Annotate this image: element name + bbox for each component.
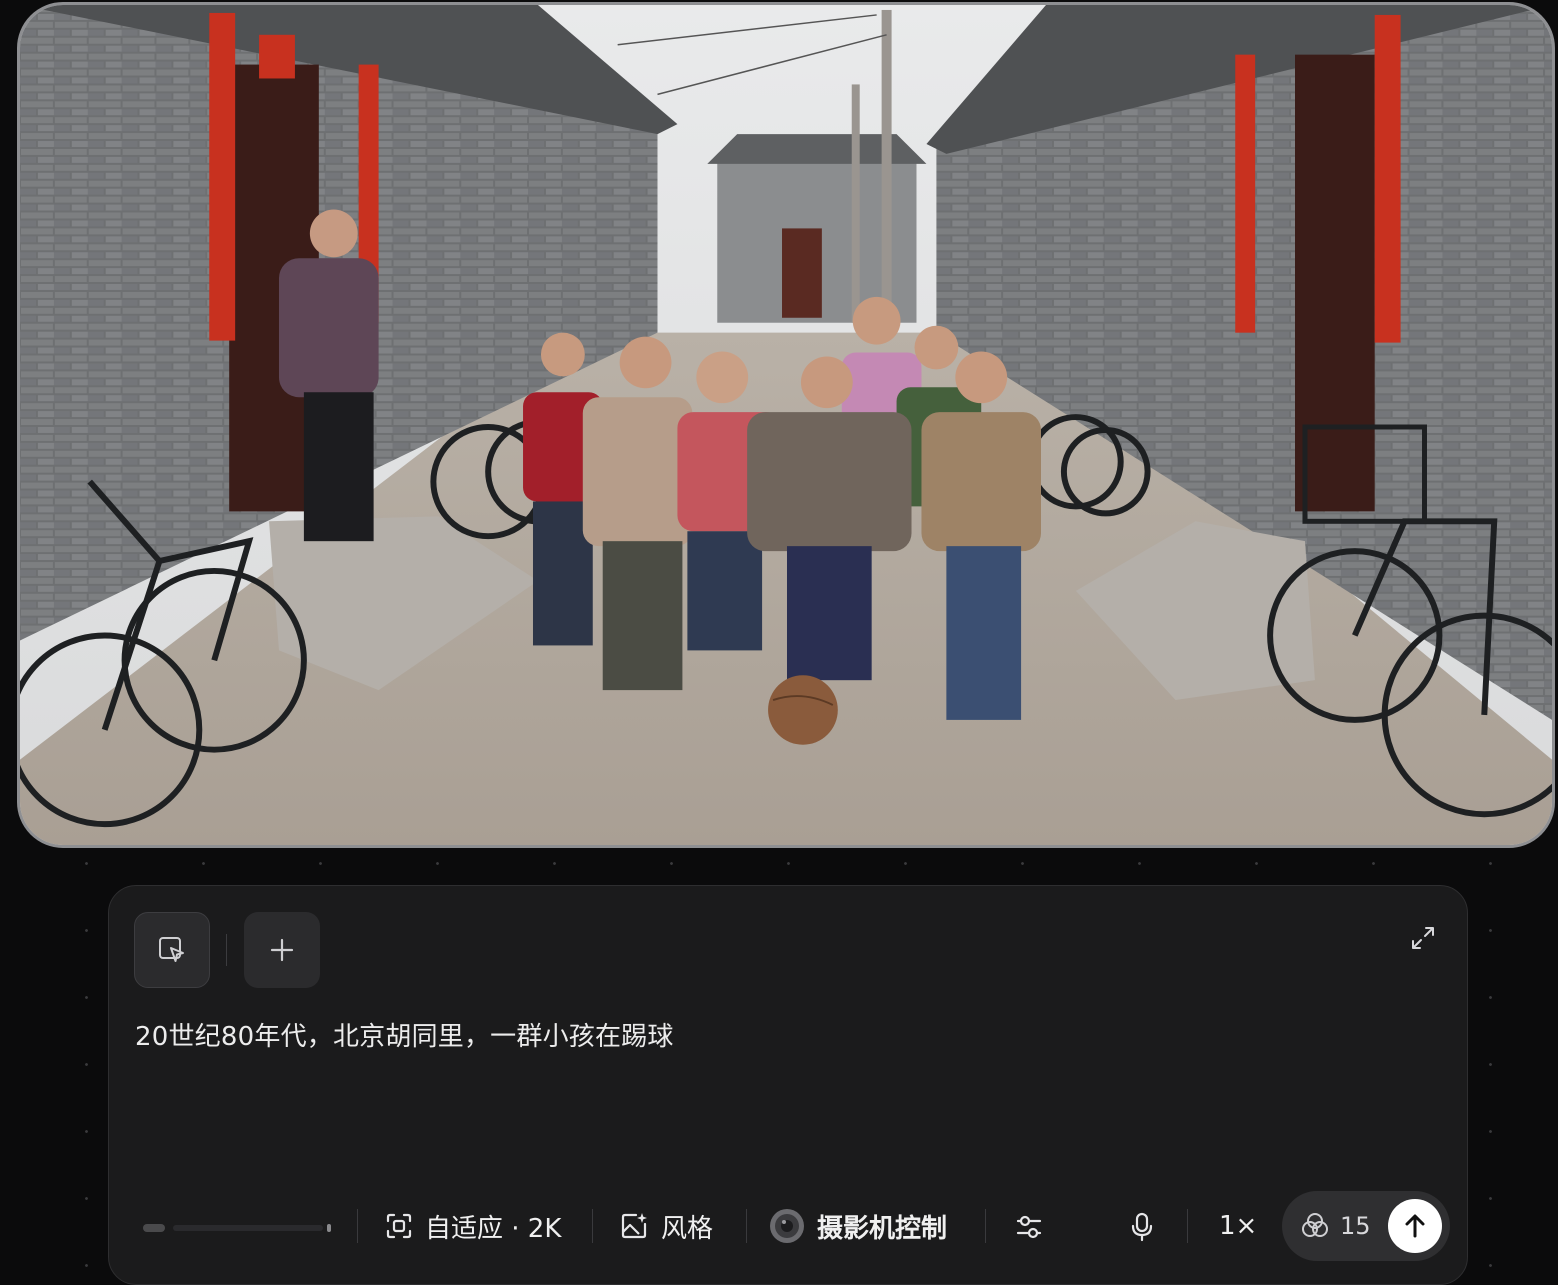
microphone-icon[interactable] xyxy=(1130,1212,1154,1242)
generation-options-bar: 自适应 · 2K 风格 摄影机控制 1× 15 xyxy=(109,1186,1467,1266)
divider xyxy=(1187,1209,1188,1243)
aspect-ratio-button[interactable]: 自适应 · 2K xyxy=(385,1186,561,1266)
camera-control-label: 摄影机控制 xyxy=(817,1213,948,1244)
prompt-panel: 20世纪80年代，北京胡同里，一群小孩在踢球 自适应 · 2K 风格 摄影机控制… xyxy=(108,885,1468,1285)
credits-value: 15 xyxy=(1340,1212,1371,1240)
sparkle-image-icon xyxy=(621,1213,647,1239)
camera-control-button[interactable]: 摄影机控制 xyxy=(769,1186,947,1266)
divider xyxy=(985,1209,986,1243)
style-button[interactable]: 风格 xyxy=(619,1186,713,1266)
lens-icon xyxy=(770,1209,804,1243)
model-selector-blurred[interactable] xyxy=(143,1222,333,1234)
toolbar-divider xyxy=(226,934,227,966)
frame-icon xyxy=(386,1213,412,1239)
arrow-up-icon xyxy=(1405,1214,1425,1238)
generated-image-card[interactable] xyxy=(17,2,1555,848)
divider xyxy=(357,1209,358,1243)
cursor-select-icon xyxy=(159,937,184,962)
divider xyxy=(746,1209,747,1243)
style-label: 风格 xyxy=(661,1213,714,1244)
batch-count-button[interactable]: 1× xyxy=(1219,1186,1257,1266)
hutong-football-photo xyxy=(20,5,1552,845)
credits-icon xyxy=(1302,1213,1328,1237)
divider xyxy=(592,1209,593,1243)
sliders-icon[interactable] xyxy=(1015,1213,1043,1241)
prompt-input[interactable]: 20世纪80年代，北京胡同里，一群小孩在踢球 xyxy=(135,1016,674,1053)
select-region-button[interactable] xyxy=(134,912,210,988)
plus-icon xyxy=(270,938,294,962)
send-button[interactable] xyxy=(1388,1199,1442,1253)
aspect-ratio-label: 自适应 · 2K xyxy=(425,1213,562,1244)
add-reference-button[interactable] xyxy=(244,912,320,988)
expand-icon[interactable] xyxy=(1409,924,1437,952)
batch-count-label: 1× xyxy=(1219,1211,1258,1241)
